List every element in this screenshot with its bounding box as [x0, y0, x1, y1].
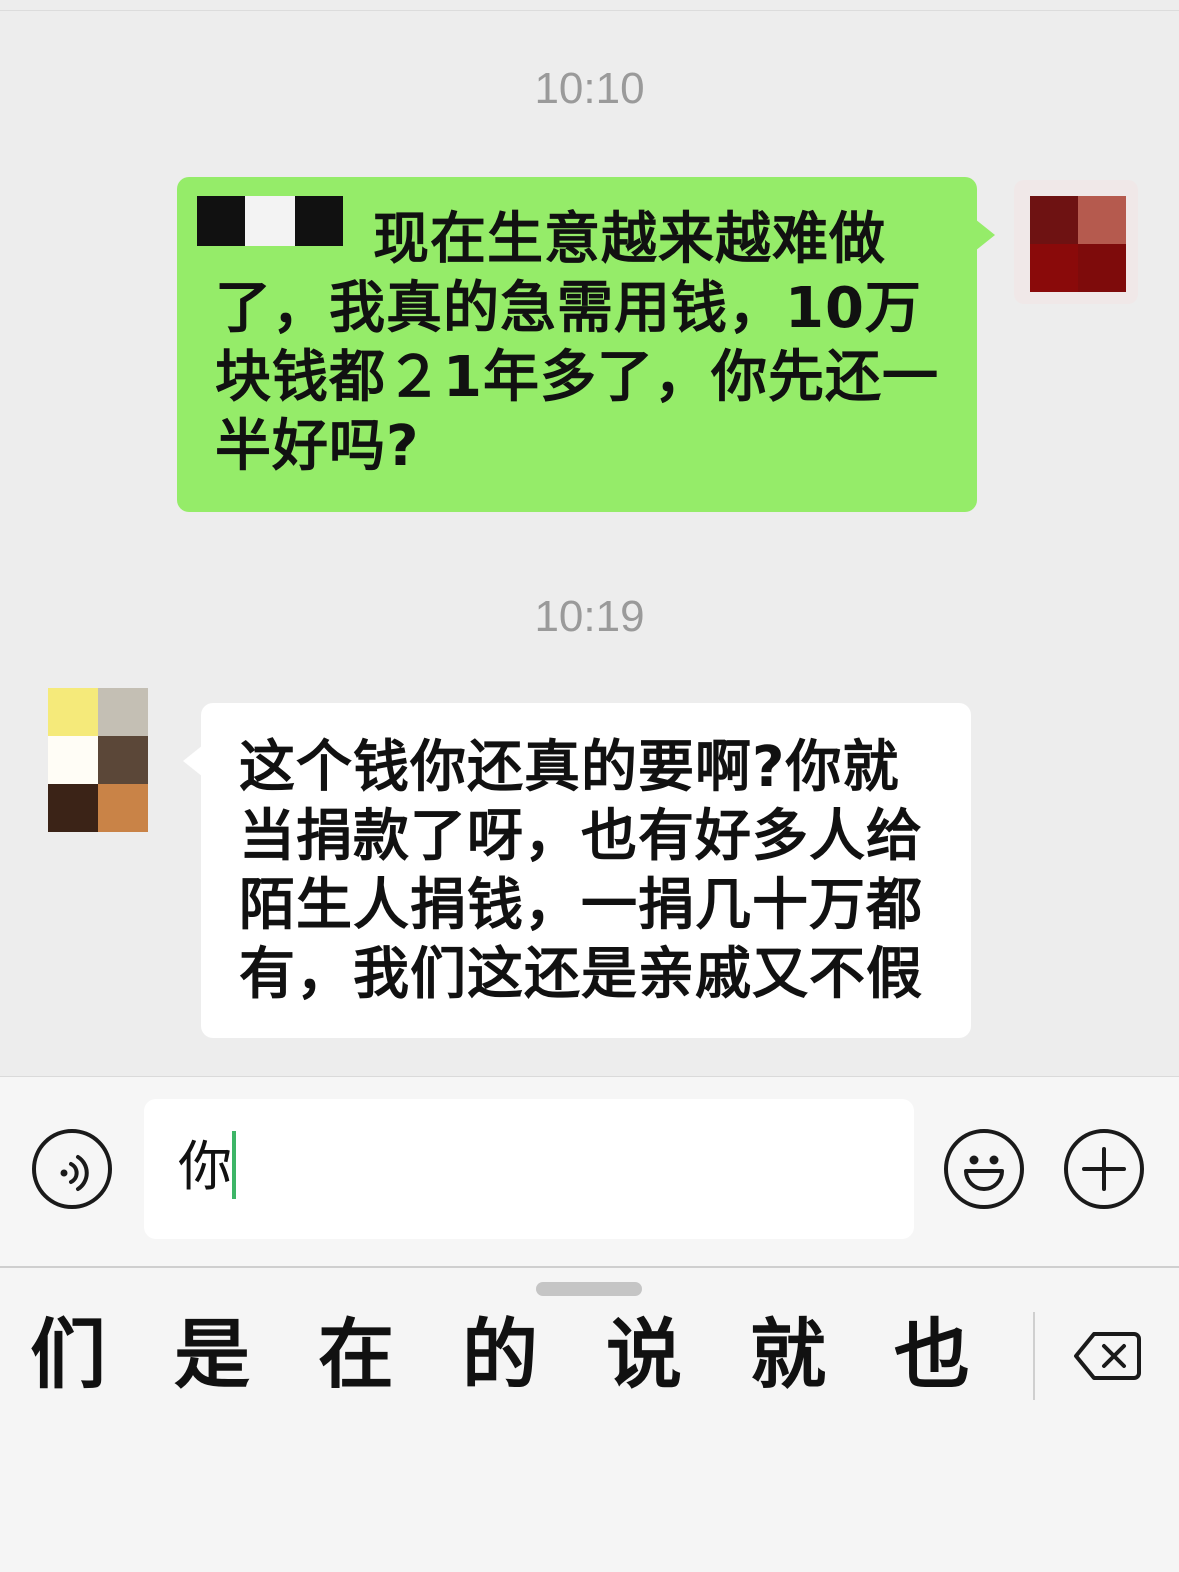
text-caret — [232, 1131, 236, 1199]
candidate-separator — [1033, 1312, 1035, 1400]
plus-icon — [1082, 1147, 1126, 1191]
chat-area: 10:10 现在生意越来越难做 了，我真的急需用钱，10万 块钱都２1年多了，你… — [0, 0, 1179, 1076]
input-bar: 你 — [0, 1076, 1179, 1266]
emoji-icon — [964, 1155, 1004, 1191]
avatar-mosaic-cell — [98, 784, 148, 832]
typed-text: 你 — [178, 1135, 232, 1198]
my-avatar[interactable] — [1014, 180, 1138, 304]
message-line: 有，我们这还是亲戚又不假 — [239, 942, 923, 1007]
mosaic-cell — [197, 196, 245, 246]
emoji-button[interactable] — [944, 1129, 1024, 1209]
delete-button[interactable] — [1072, 1326, 1142, 1386]
candidate-word[interactable]: 就 — [738, 1310, 838, 1400]
avatar-mosaic-cell — [98, 736, 148, 784]
message-line: 半好吗? — [215, 414, 420, 479]
message-line: 块钱都２1年多了，你先还一 — [215, 345, 939, 410]
contact-avatar[interactable] — [36, 684, 162, 834]
candidate-word[interactable]: 也 — [882, 1310, 982, 1400]
avatar-mosaic-cell — [1030, 196, 1078, 244]
candidate-word[interactable]: 是 — [162, 1310, 262, 1400]
avatar-mosaic-cell — [1078, 196, 1126, 244]
avatar-mosaic-cell — [48, 784, 98, 832]
candidate-word[interactable]: 们 — [18, 1310, 118, 1400]
top-divider — [0, 10, 1179, 11]
delete-icon — [1074, 1332, 1141, 1380]
message-line: 这个钱你还真的要啊?你就 — [239, 735, 900, 800]
avatar-mosaic-cell — [1078, 244, 1126, 292]
more-button[interactable] — [1064, 1129, 1144, 1209]
timestamp: 10:19 — [534, 592, 645, 641]
candidate-word[interactable]: 在 — [306, 1310, 406, 1400]
message-input[interactable]: 你 — [144, 1099, 914, 1239]
message-line: 了，我真的急需用钱，10万 — [215, 276, 922, 341]
incoming-message-bubble[interactable]: 这个钱你还真的要啊?你就 当捐款了呀，也有好多人给 陌生人捐钱，一捐几十万都 有… — [183, 703, 971, 1038]
keyboard-candidate-bar: 们 是 在 的 说 就 也 — [0, 1268, 1179, 1572]
mosaic-cell — [245, 196, 295, 246]
voice-button[interactable] — [32, 1129, 112, 1209]
voice-icon — [60, 1155, 89, 1191]
keyboard-handle[interactable] — [536, 1282, 642, 1296]
candidate-word[interactable]: 的 — [450, 1310, 550, 1400]
avatar-mosaic-cell — [1030, 244, 1078, 292]
avatar-mosaic-cell — [48, 736, 98, 784]
redacted-name-mosaic — [197, 196, 343, 246]
timestamp: 10:10 — [534, 64, 645, 113]
message-line: 当捐款了呀，也有好多人给 — [239, 804, 923, 869]
message-line: 陌生人捐钱，一捐几十万都 — [239, 873, 923, 938]
avatar-mosaic-cell — [98, 688, 148, 736]
mosaic-cell — [295, 196, 343, 246]
candidate-word[interactable]: 说 — [594, 1310, 694, 1400]
avatar-mosaic-cell — [48, 688, 98, 736]
